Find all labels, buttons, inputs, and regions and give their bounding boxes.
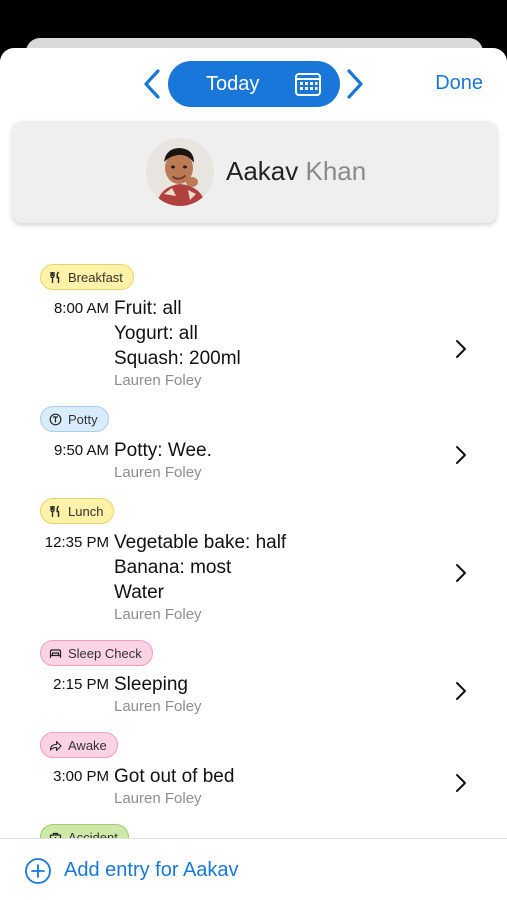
daily-log-sheet: Today Done Aakav Khan Breakfast 8:00 AM … xyxy=(0,48,507,900)
entry-details: Vegetable bake: half Banana: most Water … xyxy=(114,530,286,625)
add-entry-label: Add entry for Aakav xyxy=(64,859,239,881)
entry-line: Yogurt: all xyxy=(114,323,198,344)
timeline-entry-potty[interactable]: Potty 9:50 AM Potty: Wee. Lauren Foley xyxy=(0,406,507,482)
first-aid-icon xyxy=(49,832,62,838)
arrow-share-icon xyxy=(49,740,62,751)
category-badge-lunch: Lunch xyxy=(40,498,115,524)
chevron-right-icon xyxy=(456,564,466,582)
fork-knife-icon xyxy=(50,271,60,283)
chevron-right-icon xyxy=(456,340,466,358)
entry-time: 12:35 PM xyxy=(44,534,109,551)
entry-line: Got out of bed xyxy=(114,766,235,787)
entry-time: 2:15 PM xyxy=(53,676,109,693)
plus-circle-icon xyxy=(25,858,51,884)
entry-author: Lauren Foley xyxy=(114,464,202,481)
chevron-right-icon xyxy=(456,446,466,464)
category-badge-sleep-check: Sleep Check xyxy=(40,640,153,666)
done-button[interactable]: Done xyxy=(435,72,483,95)
badge-label: Accident xyxy=(68,829,118,839)
badge-label: Potty xyxy=(68,411,98,427)
category-badge-breakfast: Breakfast xyxy=(40,264,134,290)
calendar-icon xyxy=(295,73,321,96)
entry-line: Vegetable bake: half xyxy=(114,532,287,553)
bed-icon xyxy=(49,648,62,658)
child-header-card: Aakav Khan xyxy=(12,121,497,223)
date-label: Today xyxy=(206,73,260,95)
entry-details: Got out of bed Lauren Foley xyxy=(114,764,234,809)
child-photo xyxy=(146,138,214,206)
avatar xyxy=(146,138,214,206)
category-badge-awake: Awake xyxy=(40,732,118,758)
next-day-button[interactable] xyxy=(340,64,370,104)
timeline-entry-lunch[interactable]: Lunch 12:35 PM Vegetable bake: half Bana… xyxy=(0,498,507,624)
add-entry-button[interactable]: Add entry for Aakav xyxy=(0,838,507,900)
entry-author: Lauren Foley xyxy=(114,372,202,389)
activity-timeline: Breakfast 8:00 AM Fruit: all Yogurt: all… xyxy=(0,258,507,838)
entry-line: Potty: Wee. xyxy=(114,440,212,461)
badge-label: Awake xyxy=(68,737,107,753)
entry-time: 3:00 PM xyxy=(53,768,109,785)
timeline-entry-awake[interactable]: Awake 3:00 PM Got out of bed Lauren Fole… xyxy=(0,732,507,808)
entry-line: Water xyxy=(114,582,164,603)
category-badge-potty: Potty xyxy=(40,406,109,432)
timeline-entry-accident[interactable]: Accident xyxy=(0,824,507,838)
date-picker-button[interactable]: Today xyxy=(168,61,340,107)
entry-time: 9:50 AM xyxy=(53,442,109,459)
badge-label: Breakfast xyxy=(68,269,123,285)
child-name: Aakav Khan xyxy=(226,156,366,187)
entry-author: Lauren Foley xyxy=(114,790,202,807)
entry-time: 8:00 AM xyxy=(53,300,109,317)
category-badge-accident: Accident xyxy=(40,824,129,838)
chevron-left-icon xyxy=(144,69,160,99)
timeline-entry-sleep-check[interactable]: Sleep Check 2:15 PM Sleeping Lauren Fole… xyxy=(0,640,507,716)
timeline-entry-breakfast[interactable]: Breakfast 8:00 AM Fruit: all Yogurt: all… xyxy=(0,264,507,390)
entry-author: Lauren Foley xyxy=(114,698,202,715)
chevron-right-icon xyxy=(456,774,466,792)
chevron-right-icon xyxy=(347,69,363,99)
chevron-right-icon xyxy=(456,682,466,700)
entry-line: Squash: 200ml xyxy=(114,348,241,369)
previous-day-button[interactable] xyxy=(137,64,167,104)
entry-author: Lauren Foley xyxy=(114,606,202,623)
entry-line: Sleeping xyxy=(114,674,188,695)
entry-details: Fruit: all Yogurt: all Squash: 200ml Lau… xyxy=(114,296,241,391)
potty-icon xyxy=(49,413,62,425)
child-last-name: Khan xyxy=(305,156,367,186)
date-navigation-bar: Today Done xyxy=(0,48,507,122)
fork-knife-icon xyxy=(50,505,60,517)
entry-details: Potty: Wee. Lauren Foley xyxy=(114,438,212,483)
entry-details: Sleeping Lauren Foley xyxy=(114,672,202,717)
entry-line: Fruit: all xyxy=(114,298,182,319)
badge-label: Lunch xyxy=(68,503,104,519)
entry-line: Banana: most xyxy=(114,557,232,578)
child-first-name: Aakav xyxy=(226,156,299,186)
badge-label: Sleep Check xyxy=(68,645,142,661)
